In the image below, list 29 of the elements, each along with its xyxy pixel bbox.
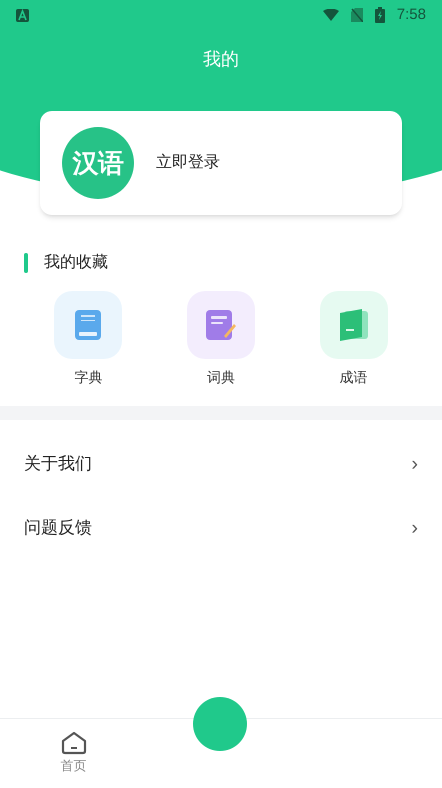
menu-label: 关于我们 [24,453,92,476]
center-action-button[interactable] [193,697,247,751]
favorite-label: 成语 [340,368,368,387]
login-card[interactable]: 汉语 立即登录 [40,111,402,215]
section-accent-bar [24,253,28,273]
chevron-icon: › [411,449,418,479]
notification-icon [16,8,29,22]
nav-tab[interactable]: 首页 [0,719,148,788]
favorite-tile[interactable] [320,291,388,359]
favorite-label: 词典 [206,368,235,387]
nav-label: 首页 [60,757,87,776]
menu-row[interactable]: 问题反馈 › [0,496,442,560]
page-title: 我的 [203,48,239,71]
notebook-pencil-icon [206,310,236,340]
menu-row[interactable]: 关于我们 › [0,432,442,496]
menu-label: 问题反馈 [24,517,92,540]
app-logo: 汉语 [62,127,134,199]
book-icon [75,310,102,340]
battery-icon [374,7,385,23]
wifi-icon [322,9,339,21]
open-book-icon [340,309,368,341]
chevron-icon: › [411,513,418,543]
section-title: 我的收藏 [44,252,108,273]
favorite-tile[interactable] [186,291,255,359]
favorite-tile[interactable] [54,291,122,359]
favorite-label: 字典 [74,368,102,387]
status-time: 7:58 [396,4,426,25]
home-icon [60,731,87,756]
login-label: 立即登录 [156,152,220,173]
